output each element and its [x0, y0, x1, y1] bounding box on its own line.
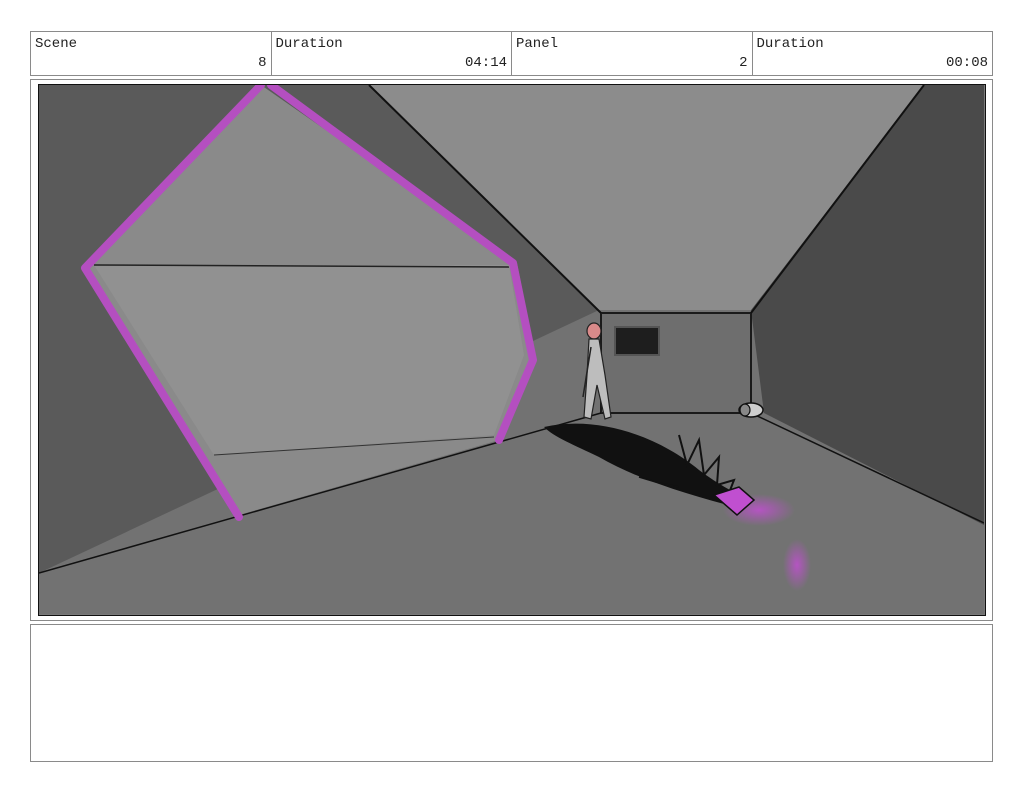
panel-duration-cell: Duration 00:08 [753, 32, 993, 75]
bucket-prop [738, 402, 764, 418]
creature-trail-glow [783, 539, 811, 591]
panel-frame [30, 79, 993, 621]
scene-duration-value[interactable]: 04:14 [465, 55, 507, 71]
panel-drawing[interactable] [38, 84, 986, 616]
panel-notes-area[interactable] [30, 624, 993, 762]
scene-value[interactable]: 8 [258, 55, 266, 71]
panel-cell: Panel 2 [512, 32, 753, 75]
storyboard-header: Scene 8 Duration 04:14 Panel 2 Duration … [30, 31, 993, 76]
panel-value[interactable]: 2 [739, 55, 747, 71]
panel-duration-label: Duration [756, 36, 824, 52]
panel-label: Panel [516, 36, 559, 52]
panel-duration-value[interactable]: 00:08 [946, 55, 988, 71]
scene-duration-cell: Duration 04:14 [272, 32, 512, 75]
back-wall-window [614, 326, 660, 356]
storyboard-sketch [39, 85, 984, 614]
scene-label: Scene [35, 36, 78, 52]
scene-cell: Scene 8 [31, 32, 272, 75]
scene-duration-label: Duration [275, 36, 343, 52]
